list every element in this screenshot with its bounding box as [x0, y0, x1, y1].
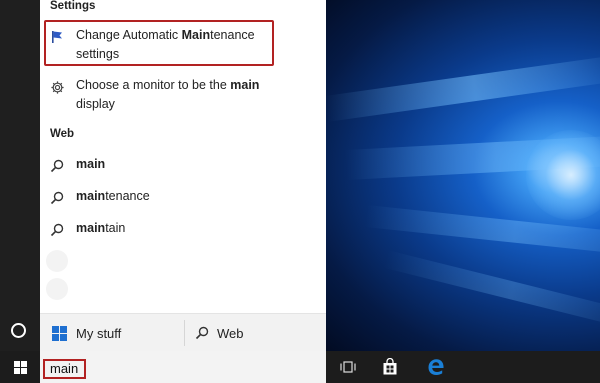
start-button[interactable]: [0, 351, 40, 383]
settings-section-header: Settings: [50, 0, 96, 12]
task-view-icon[interactable]: [330, 351, 366, 383]
faded-placeholder: [46, 250, 68, 272]
cortana-icon[interactable]: [11, 323, 26, 338]
my-stuff-button[interactable]: My stuff: [40, 314, 184, 352]
desktop-wallpaper: [326, 0, 600, 351]
store-icon[interactable]: [372, 351, 408, 383]
wallpaper-glow: [526, 130, 600, 220]
wallpaper-beam: [383, 250, 600, 331]
gear-icon: [48, 78, 66, 96]
web-section-header: Web: [50, 128, 75, 140]
wallpaper-beam: [326, 54, 600, 122]
selected-result-highlight: [44, 20, 274, 66]
result-label: maintain: [76, 221, 126, 235]
result-label: Choose a monitor to be the main display: [76, 78, 260, 111]
search-input-text[interactable]: main: [50, 361, 78, 376]
edge-icon[interactable]: [418, 351, 454, 383]
result-label: maintenance: [76, 189, 150, 203]
faded-placeholder: [46, 278, 68, 300]
taskbar-search-box[interactable]: main: [40, 351, 326, 383]
web-filter-label: Web: [217, 325, 244, 341]
web-result-maintain[interactable]: maintain: [48, 219, 298, 241]
result-choose-monitor[interactable]: Choose a monitor to be the main display: [48, 76, 308, 116]
windows-logo-icon: [13, 360, 27, 374]
search-icon: [48, 221, 66, 239]
start-left-rail: [0, 0, 40, 351]
taskbar: main: [0, 351, 600, 383]
search-icon: [195, 326, 209, 340]
search-icon: [48, 157, 66, 175]
search-icon: [48, 189, 66, 207]
search-filter-bar: My stuff Web: [40, 313, 326, 351]
web-result-maintenance[interactable]: maintenance: [48, 187, 298, 209]
result-label: main: [76, 157, 106, 171]
search-results-panel: Settings Change Automatic Maintenance se…: [40, 0, 326, 351]
web-result-main[interactable]: main: [48, 155, 298, 177]
web-filter-button[interactable]: Web: [185, 314, 326, 352]
windows-logo-icon: [52, 325, 67, 341]
my-stuff-label: My stuff: [76, 325, 122, 341]
